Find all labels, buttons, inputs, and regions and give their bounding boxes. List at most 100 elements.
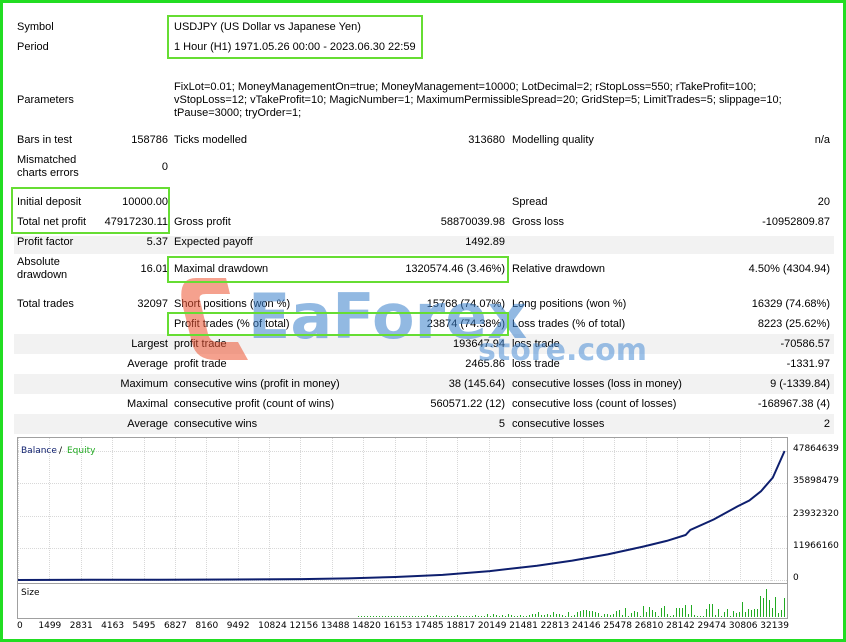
size-bar <box>541 615 542 617</box>
size-bar <box>490 616 491 617</box>
size-bar <box>643 606 644 617</box>
size-bar <box>589 611 590 617</box>
trades-label: Total trades <box>17 298 74 310</box>
max-cons-wins-value: 38 (145.64) <box>448 378 505 390</box>
size-bar <box>487 614 488 617</box>
average-loss-value: -1331.97 <box>786 358 830 370</box>
size-bar <box>445 616 446 617</box>
size-bar <box>379 616 380 617</box>
size-bar <box>523 616 524 617</box>
x-tick-label: 14820 <box>352 621 381 631</box>
size-bar <box>556 614 557 617</box>
size-bar <box>364 616 365 617</box>
y-tick-label: 35898479 <box>793 476 839 487</box>
x-tick-label: 18817 <box>446 621 476 631</box>
parameters-line: vStopLoss=12; vTakeProfit=10; MagicNumbe… <box>174 94 782 106</box>
x-tick-label: 16153 <box>383 621 413 631</box>
size-bar <box>547 614 548 617</box>
size-bar <box>634 611 635 617</box>
size-bar <box>577 612 578 617</box>
parameters-line: FixLot=0.01; MoneyManagementOn=true; Mon… <box>174 81 757 93</box>
size-bar <box>412 616 413 617</box>
size-bar <box>454 616 455 617</box>
max-cons-loss-value: -168967.38 (4) <box>757 398 830 410</box>
max-cons-losses-label: consecutive losses (loss in money) <box>512 378 682 390</box>
chart-canvas <box>17 438 787 617</box>
size-bar <box>433 616 434 617</box>
size-bar <box>475 615 476 617</box>
size-bar <box>772 608 773 617</box>
size-bar <box>415 616 416 617</box>
trades-value: 32097 <box>137 298 168 310</box>
y-tick-label: 11966160 <box>793 540 839 551</box>
size-bar <box>613 614 614 617</box>
size-bar <box>655 612 656 617</box>
watermark-sub: store.com <box>478 333 647 368</box>
x-tick-label: 26810 <box>634 621 664 631</box>
size-bar <box>463 616 464 617</box>
highlight-box <box>11 187 170 234</box>
size-label: Size <box>21 588 40 598</box>
average-label: Average <box>127 358 168 370</box>
legend-balance: Balance <box>21 446 57 456</box>
size-bar <box>385 616 386 617</box>
size-bar <box>739 612 740 617</box>
highlight-box <box>167 15 423 59</box>
size-bar <box>535 614 536 617</box>
size-bar <box>775 597 776 617</box>
size-bar <box>778 613 779 617</box>
avg-cons-losses-value: 2 <box>823 418 830 430</box>
size-bar <box>664 606 665 617</box>
size-bar <box>700 616 701 617</box>
max-cons-profit-value: 560571.22 (12) <box>430 398 505 410</box>
size-bar <box>508 614 509 617</box>
x-tick-label: 13488 <box>320 621 350 631</box>
size-bar <box>781 610 782 617</box>
size-bar <box>703 616 704 617</box>
grossprofit-value: 58870039.98 <box>440 216 505 228</box>
size-bar <box>763 598 764 617</box>
size-bar <box>718 609 719 617</box>
size-bar <box>631 613 632 617</box>
balance-chart <box>17 437 788 619</box>
x-tick-label: 10824 <box>258 621 287 631</box>
x-tick-label: 5495 <box>132 621 156 631</box>
size-bar <box>448 616 449 617</box>
mismatch-label: charts errors <box>17 167 79 179</box>
grossprofit-label: Gross profit <box>174 216 231 228</box>
size-bar <box>529 615 530 617</box>
spread-label: Spread <box>512 196 548 208</box>
x-tick-label: 29474 <box>697 621 727 631</box>
parameters-label: Parameters <box>17 94 74 106</box>
size-bar <box>373 616 374 617</box>
size-bar <box>724 612 725 617</box>
x-tick-label: 9492 <box>226 621 250 631</box>
size-bar <box>466 616 467 617</box>
absdd-label: Absolute <box>17 256 60 268</box>
size-bar <box>670 616 671 617</box>
size-bar <box>562 615 563 617</box>
size-bar <box>427 615 428 617</box>
size-bar <box>568 612 569 617</box>
size-bar <box>769 600 770 617</box>
max-cons-losses-value: 9 (-1339.84) <box>770 378 830 390</box>
size-bar <box>601 616 602 617</box>
largest-loss-value: -70586.57 <box>780 338 830 350</box>
size-bar <box>397 616 398 617</box>
x-tick-label: 2831 <box>69 621 93 631</box>
x-tick-label: 25478 <box>603 621 632 631</box>
max-cons-loss-label: consecutive loss (count of losses) <box>512 398 677 410</box>
size-bar <box>610 615 611 617</box>
size-bar <box>766 589 767 617</box>
x-tick-label: 21481 <box>509 621 538 631</box>
size-bar <box>637 612 638 617</box>
size-bar <box>505 616 506 617</box>
size-bar <box>604 614 605 617</box>
x-tick-label: 4163 <box>101 621 125 631</box>
pf-value: 5.37 <box>146 236 168 248</box>
maximum-label: Maximum <box>120 378 168 390</box>
size-bar <box>757 609 758 617</box>
size-bar <box>667 614 668 617</box>
x-tick-label: 0 <box>17 621 23 631</box>
size-bar <box>553 612 554 617</box>
